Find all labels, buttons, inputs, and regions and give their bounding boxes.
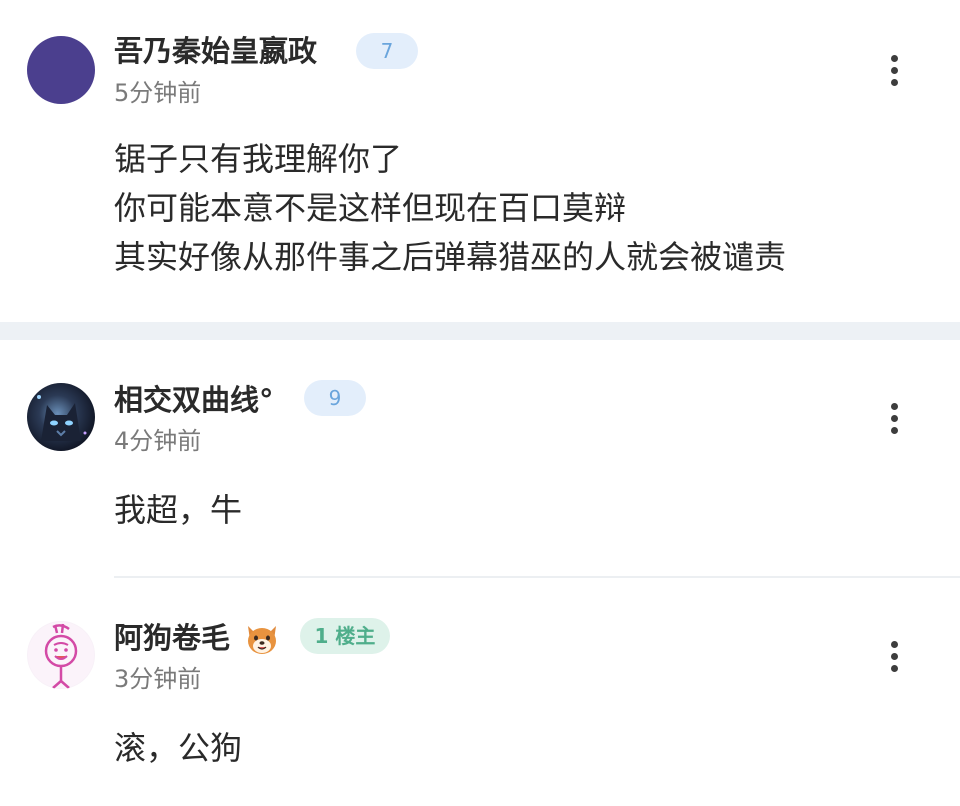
level-badge: 7 [356, 33, 418, 69]
timestamp: 5分钟前 [114, 79, 202, 107]
username[interactable]: 吾乃秦始皇嬴政 [114, 33, 317, 69]
shiba-dog-face-emoji [248, 626, 276, 654]
timestamp: 4分钟前 [114, 427, 202, 455]
comment-item: 阿狗卷毛 1 楼主 3分钟前 滚，公狗 [0, 578, 960, 806]
comment-line: 锯子只有我理解你了 [114, 140, 403, 178]
section-divider [0, 322, 960, 340]
more-options-icon[interactable] [884, 55, 904, 89]
op-badge: 1 楼主 [300, 618, 390, 654]
comment-text: 我超，牛 [114, 486, 242, 535]
level-badge: 9 [304, 380, 366, 416]
username[interactable]: 阿狗卷毛 [114, 620, 230, 656]
timestamp: 3分钟前 [114, 665, 202, 693]
comment-text: 锯子只有我理解你了 你可能本意不是这样但现在百口莫辩 其实好像从那件事之后弹幕猎… [114, 135, 786, 282]
dark-cat-portrait-icon[interactable] [27, 383, 95, 451]
avatar[interactable] [27, 36, 95, 104]
username-text: 阿狗卷毛 [114, 621, 231, 655]
comment-line: 我超，牛 [114, 491, 243, 529]
stick-figure-doodle-icon[interactable] [27, 621, 95, 689]
comment-line: 其实好像从那件事之后弹幕猎巫的人就会被谴责 [114, 238, 787, 276]
comment-line: 你可能本意不是这样但现在百口莫辩 [114, 189, 627, 227]
more-options-icon[interactable] [884, 403, 904, 437]
comment-text: 滚，公狗 [114, 724, 242, 773]
comment-line: 滚，公狗 [114, 729, 243, 767]
comment-item: 相交双曲线° 9 4分钟前 我超，牛 [0, 340, 960, 576]
username[interactable]: 相交双曲线° [114, 382, 274, 418]
more-options-icon[interactable] [884, 641, 904, 675]
comment-item: 吾乃秦始皇嬴政 7 5分钟前 锯子只有我理解你了 你可能本意不是这样但现在百口莫… [0, 0, 960, 322]
